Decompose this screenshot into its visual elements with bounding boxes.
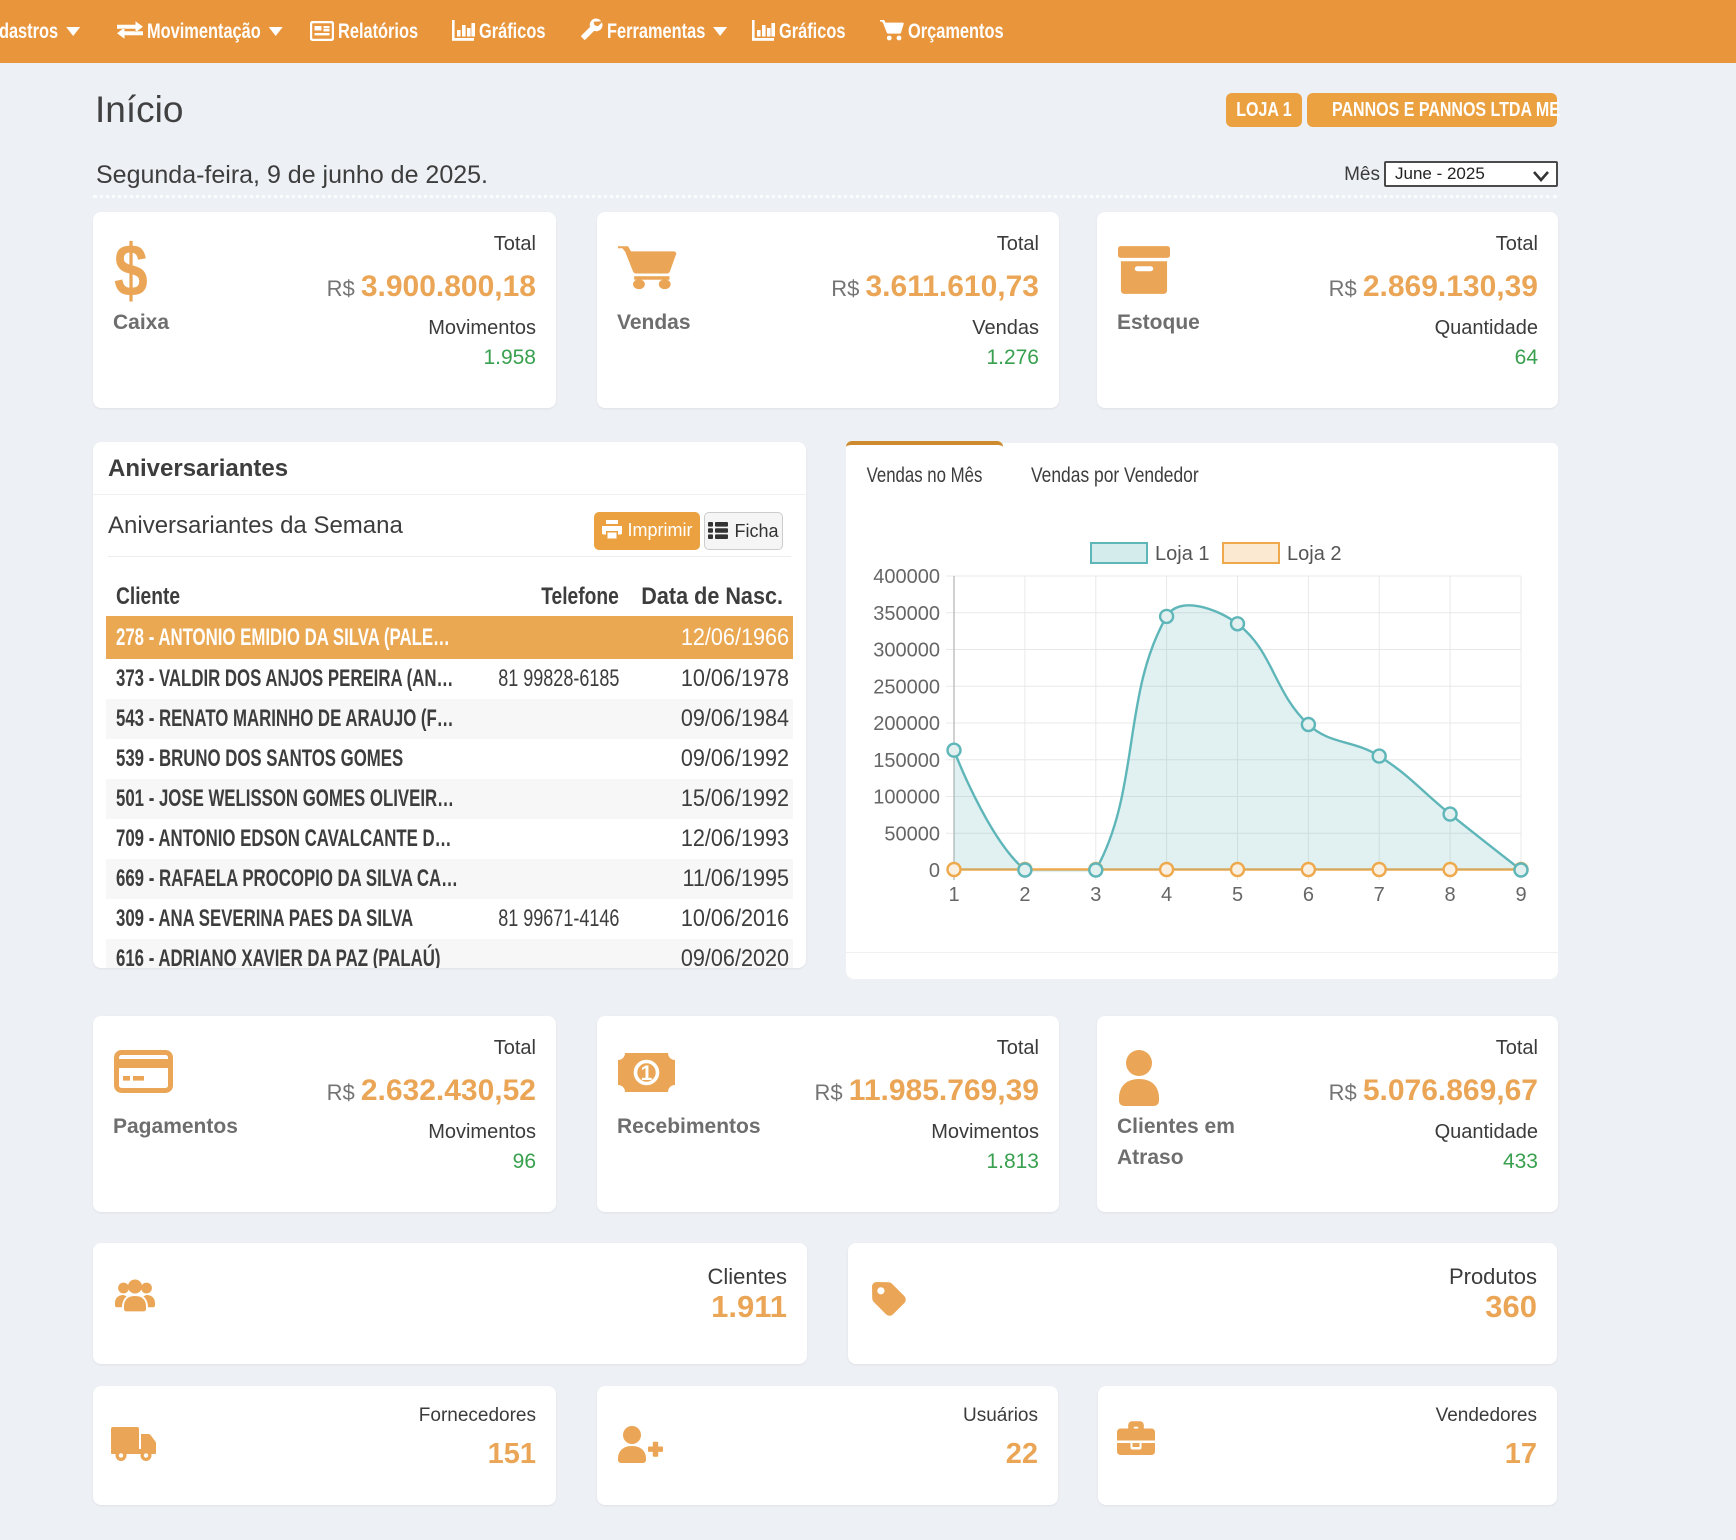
svg-text:6: 6: [1303, 884, 1314, 906]
svg-text:9: 9: [1515, 884, 1526, 906]
svg-text:2: 2: [1019, 884, 1030, 906]
svg-text:250000: 250000: [873, 676, 940, 698]
svg-text:1: 1: [948, 884, 959, 906]
svg-text:0: 0: [929, 860, 940, 882]
svg-text:Loja 2: Loja 2: [1287, 543, 1342, 565]
svg-text:5: 5: [1232, 884, 1243, 906]
svg-text:400000: 400000: [873, 566, 940, 588]
svg-text:8: 8: [1445, 884, 1456, 906]
svg-text:1: 1: [641, 1062, 653, 1085]
svg-text:300000: 300000: [873, 640, 940, 662]
svg-text:3: 3: [1090, 884, 1101, 906]
svg-text:50000: 50000: [884, 823, 940, 845]
svg-text:7: 7: [1374, 884, 1385, 906]
svg-text:350000: 350000: [873, 603, 940, 625]
svg-text:100000: 100000: [873, 787, 940, 809]
svg-text:4: 4: [1161, 884, 1172, 906]
svg-text:200000: 200000: [873, 713, 940, 735]
svg-text:Loja 1: Loja 1: [1155, 543, 1210, 565]
svg-text:150000: 150000: [873, 750, 940, 772]
